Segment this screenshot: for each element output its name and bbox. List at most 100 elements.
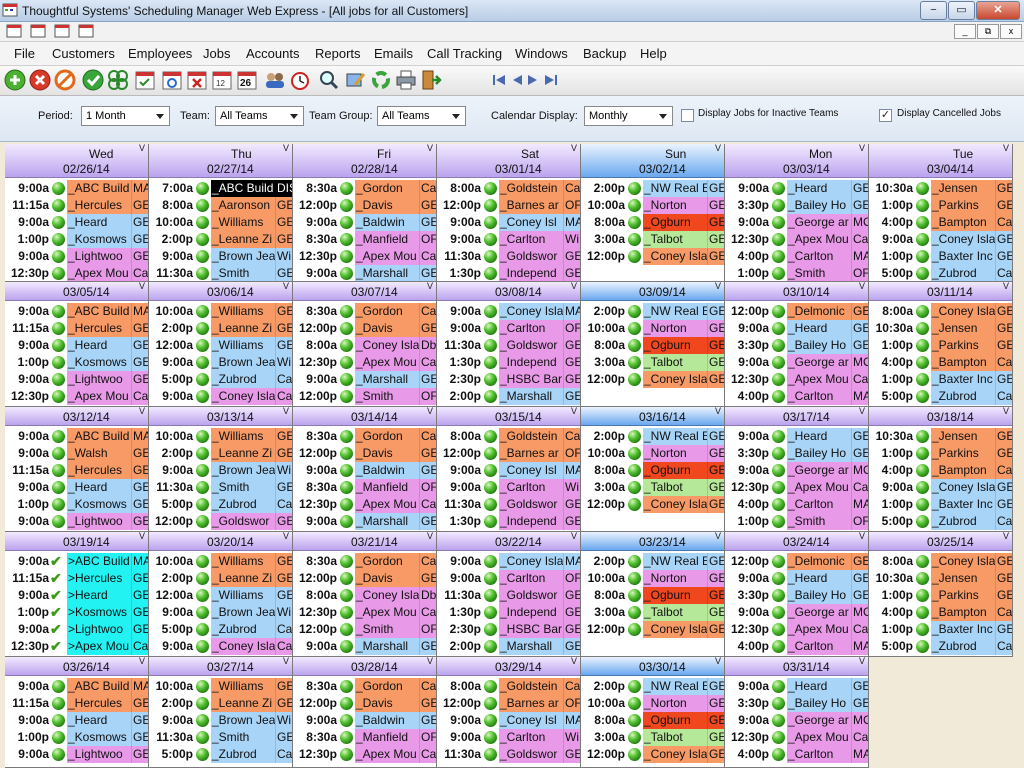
job-type[interactable]: MA [563,462,580,479]
job-type[interactable]: GE [995,587,1012,604]
menu-windows[interactable]: Windows [515,46,568,61]
team-select[interactable]: All Teams [215,106,304,126]
job-type[interactable]: Wi [275,462,292,479]
job-customer[interactable]: _Smith [355,621,419,638]
job-row[interactable]: 12:00p _Coney Isla GE [581,248,724,265]
job-row[interactable]: 11:30a _Goldswor GE [437,496,580,513]
job-row[interactable]: 5:00p _Zubrod Ca [869,388,1012,405]
job-customer[interactable]: _Carlton [499,231,563,248]
day-menu-marker[interactable]: V [283,407,289,416]
day-menu-marker[interactable]: V [139,657,145,666]
job-type[interactable]: GE [131,604,148,621]
exit-icon[interactable] [420,69,442,91]
job-customer[interactable]: _Baxter Inc [931,371,995,388]
job-row[interactable]: 10:00a _Norton GE [581,197,724,214]
job-type[interactable]: GE [275,214,292,231]
job-row[interactable]: 12:30p _Apex Mou Ca [293,604,436,621]
job-type[interactable]: GE [131,496,148,513]
day-cell[interactable]: Mon 03/03/14 V 9:00a _Heard GE 3:30p _Bailey Ho… [725,144,869,282]
menu-call-tracking[interactable]: Call Tracking [427,46,502,61]
job-type[interactable]: MO [851,712,868,729]
job-type[interactable]: Ca [131,388,148,405]
job-row[interactable]: 12:00a _Williams GE [149,587,292,604]
job-row[interactable]: 1:30p _Independ GE [437,513,580,530]
job-row[interactable]: 11:15a _Hercules GE [5,695,148,712]
job-type[interactable]: GE [131,214,148,231]
job-row[interactable]: 1:00p _Kosmows GE [5,496,148,513]
job-customer[interactable]: _George ar [787,462,851,479]
job-row[interactable]: 3:00a _Talbot GE [581,231,724,248]
job-type[interactable]: Ca [995,638,1012,655]
job-type[interactable]: OF [419,479,436,496]
job-row[interactable]: 9:00a _ABC BuildMA [5,180,148,197]
job-row[interactable]: 9:00a _Carlton Wi [437,231,580,248]
job-customer[interactable]: _Apex Mou [355,248,419,265]
job-type[interactable]: Wi [563,231,580,248]
day-header[interactable]: 03/28/14 V [293,657,436,676]
job-type[interactable]: GE [707,570,724,587]
job-customer[interactable]: _Jensen [931,570,995,587]
job-customer[interactable]: _Barnes ar [499,695,563,712]
job-customer[interactable]: _Manfield [355,729,419,746]
day-cell[interactable]: 03/08/14 V 9:00a _Coney IslaMA 9:00a _Carlton… [437,282,581,407]
job-type[interactable]: GE [851,695,868,712]
job-row[interactable]: 9:00a _Marshall GE [293,638,436,655]
job-row[interactable]: 9:00a _Carlton OF [437,320,580,337]
job-row[interactable]: 9:00a _Coney IslaMA [437,303,580,320]
job-row[interactable]: 11:30a _Smith GE [149,729,292,746]
menu-help[interactable]: Help [640,46,667,61]
job-row[interactable]: 12:00p _Davis GE [293,445,436,462]
job-type[interactable]: GE [995,428,1012,445]
job-row[interactable]: 9:00a _Walsh GE [5,445,148,462]
day-cell[interactable]: 03/10/14 V 12:00p _Delmonic GE 9:00a _Heard GE 3… [725,282,869,407]
job-customer[interactable]: >Hercules [67,570,131,587]
job-type[interactable]: GE [707,303,724,320]
job-type[interactable]: Db [419,587,436,604]
window-calendar-icon[interactable] [30,24,46,38]
job-type[interactable]: MO [851,214,868,231]
job-type[interactable]: Ca [563,180,580,197]
day-menu-marker[interactable]: V [139,532,145,541]
job-type[interactable]: Ca [419,746,436,763]
job-customer[interactable]: _Baldwin [355,214,419,231]
job-customer[interactable]: _Kosmows [67,231,131,248]
job-type[interactable]: GE [419,445,436,462]
day-menu-marker[interactable]: V [427,657,433,666]
job-customer[interactable]: _Coney Isl [499,462,563,479]
job-type[interactable]: GE [851,180,868,197]
job-customer[interactable]: _Williams [211,337,275,354]
day-cell[interactable]: Tue 03/04/14 V 10:30a _Jensen GE 1:00p _Parkins… [869,144,1013,282]
job-row[interactable]: 9:00a _ABC BuildMA [5,428,148,445]
job-row[interactable]: 2:00p _Marshall GE [437,388,580,405]
job-customer[interactable]: _Bailey Ho [787,337,851,354]
job-row[interactable]: 3:00a _Talbot GE [581,729,724,746]
job-row[interactable]: 8:00a _Goldstein Ca [437,180,580,197]
day-header[interactable]: Sat 03/01/14 V [437,144,580,178]
job-customer[interactable]: _Bampton [931,354,995,371]
job-type[interactable]: GE [131,587,148,604]
job-customer[interactable]: _Coney Isla [643,746,707,763]
job-row[interactable]: 12:00p _Coney Isla GE [581,371,724,388]
job-row[interactable]: 12:30p _Apex Mou Ca [725,729,868,746]
job-customer[interactable]: _Davis [355,445,419,462]
job-row[interactable]: 1:00p _Baxter Inc GE [869,621,1012,638]
job-row[interactable]: 9:00a _George arMO [725,462,868,479]
day-header[interactable]: 03/15/14 V [437,407,580,426]
job-customer[interactable]: _Heard [787,428,851,445]
job-row[interactable]: 3:30p _Bailey Ho GE [725,337,868,354]
job-customer[interactable]: _Carlton [499,570,563,587]
job-type[interactable]: GE [707,604,724,621]
window-calendar-icon[interactable] [6,24,22,38]
job-customer[interactable]: _Gordon [355,180,419,197]
job-type[interactable]: GE [707,371,724,388]
job-type[interactable]: Wi [275,604,292,621]
job-row[interactable]: 12:00p _Barnes ar OF [437,445,580,462]
job-type[interactable]: Ca [419,678,436,695]
job-type[interactable]: GE [995,231,1012,248]
day-menu-marker[interactable]: V [859,532,865,541]
print-icon[interactable] [395,69,417,91]
day-menu-marker[interactable]: V [859,407,865,416]
job-row[interactable]: 4:00p _CarltonMA [725,388,868,405]
job-type[interactable]: GE [131,231,148,248]
job-row[interactable]: 10:00a _Norton GE [581,445,724,462]
